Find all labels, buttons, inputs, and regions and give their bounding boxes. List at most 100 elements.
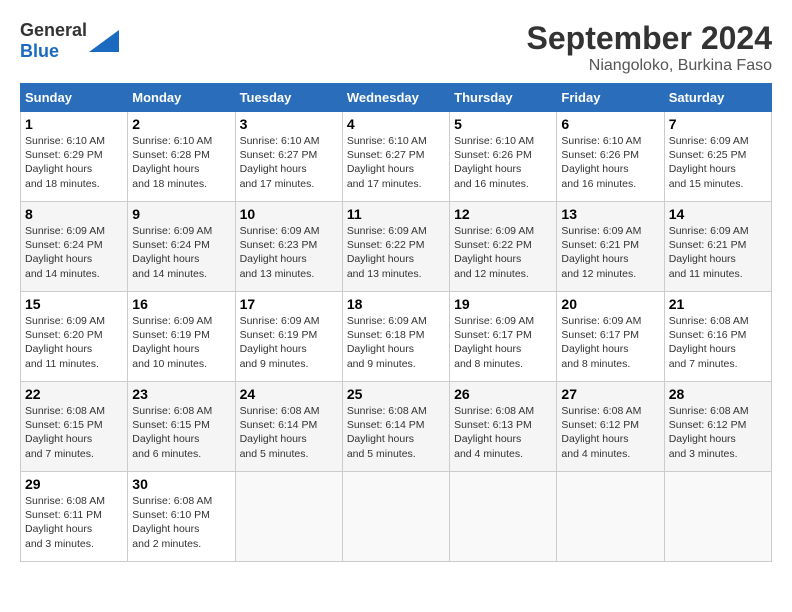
day-info: Sunrise: 6:08 AM Sunset: 6:12 PM Dayligh… [561, 404, 659, 461]
day-number: 4 [347, 116, 445, 132]
empty-cell [342, 472, 449, 562]
day-info: Sunrise: 6:08 AM Sunset: 6:10 PM Dayligh… [132, 494, 230, 551]
col-thursday: Thursday [450, 84, 557, 112]
logo-blue: Blue [20, 41, 59, 61]
day-info: Sunrise: 6:08 AM Sunset: 6:14 PM Dayligh… [347, 404, 445, 461]
day-cell-26: 26 Sunrise: 6:08 AM Sunset: 6:13 PM Dayl… [450, 382, 557, 472]
logo-icon [89, 30, 119, 52]
day-info: Sunrise: 6:09 AM Sunset: 6:20 PM Dayligh… [25, 314, 123, 371]
day-cell-25: 25 Sunrise: 6:08 AM Sunset: 6:14 PM Dayl… [342, 382, 449, 472]
day-number: 11 [347, 206, 445, 222]
day-number: 21 [669, 296, 767, 312]
day-info: Sunrise: 6:08 AM Sunset: 6:15 PM Dayligh… [25, 404, 123, 461]
calendar-week-4: 22 Sunrise: 6:08 AM Sunset: 6:15 PM Dayl… [21, 382, 772, 472]
col-saturday: Saturday [664, 84, 771, 112]
day-info: Sunrise: 6:09 AM Sunset: 6:22 PM Dayligh… [454, 224, 552, 281]
day-cell-14: 14 Sunrise: 6:09 AM Sunset: 6:21 PM Dayl… [664, 202, 771, 292]
logo: General Blue [20, 20, 119, 62]
day-cell-27: 27 Sunrise: 6:08 AM Sunset: 6:12 PM Dayl… [557, 382, 664, 472]
day-cell-1: 1 Sunrise: 6:10 AM Sunset: 6:29 PM Dayli… [21, 112, 128, 202]
day-number: 12 [454, 206, 552, 222]
day-info: Sunrise: 6:08 AM Sunset: 6:13 PM Dayligh… [454, 404, 552, 461]
day-cell-16: 16 Sunrise: 6:09 AM Sunset: 6:19 PM Dayl… [128, 292, 235, 382]
page-header: General Blue September 2024 Niangoloko, … [20, 20, 772, 75]
day-info: Sunrise: 6:09 AM Sunset: 6:21 PM Dayligh… [669, 224, 767, 281]
day-number: 3 [240, 116, 338, 132]
day-number: 7 [669, 116, 767, 132]
day-cell-19: 19 Sunrise: 6:09 AM Sunset: 6:17 PM Dayl… [450, 292, 557, 382]
day-number: 1 [25, 116, 123, 132]
empty-cell [450, 472, 557, 562]
day-info: Sunrise: 6:09 AM Sunset: 6:21 PM Dayligh… [561, 224, 659, 281]
month-title: September 2024 [527, 20, 772, 57]
day-number: 24 [240, 386, 338, 402]
day-info: Sunrise: 6:09 AM Sunset: 6:22 PM Dayligh… [347, 224, 445, 281]
day-info: Sunrise: 6:09 AM Sunset: 6:17 PM Dayligh… [561, 314, 659, 371]
day-cell-20: 20 Sunrise: 6:09 AM Sunset: 6:17 PM Dayl… [557, 292, 664, 382]
col-sunday: Sunday [21, 84, 128, 112]
calendar-week-2: 8 Sunrise: 6:09 AM Sunset: 6:24 PM Dayli… [21, 202, 772, 292]
day-info: Sunrise: 6:09 AM Sunset: 6:23 PM Dayligh… [240, 224, 338, 281]
day-number: 19 [454, 296, 552, 312]
day-info: Sunrise: 6:09 AM Sunset: 6:24 PM Dayligh… [25, 224, 123, 281]
day-cell-22: 22 Sunrise: 6:08 AM Sunset: 6:15 PM Dayl… [21, 382, 128, 472]
day-info: Sunrise: 6:10 AM Sunset: 6:26 PM Dayligh… [561, 134, 659, 191]
day-number: 8 [25, 206, 123, 222]
empty-cell [557, 472, 664, 562]
day-number: 5 [454, 116, 552, 132]
day-number: 2 [132, 116, 230, 132]
day-number: 13 [561, 206, 659, 222]
day-number: 14 [669, 206, 767, 222]
day-cell-8: 8 Sunrise: 6:09 AM Sunset: 6:24 PM Dayli… [21, 202, 128, 292]
day-info: Sunrise: 6:10 AM Sunset: 6:27 PM Dayligh… [240, 134, 338, 191]
day-number: 23 [132, 386, 230, 402]
col-friday: Friday [557, 84, 664, 112]
calendar-week-1: 1 Sunrise: 6:10 AM Sunset: 6:29 PM Dayli… [21, 112, 772, 202]
day-cell-30: 30 Sunrise: 6:08 AM Sunset: 6:10 PM Dayl… [128, 472, 235, 562]
day-cell-21: 21 Sunrise: 6:08 AM Sunset: 6:16 PM Dayl… [664, 292, 771, 382]
day-number: 29 [25, 476, 123, 492]
day-cell-3: 3 Sunrise: 6:10 AM Sunset: 6:27 PM Dayli… [235, 112, 342, 202]
day-number: 18 [347, 296, 445, 312]
day-cell-18: 18 Sunrise: 6:09 AM Sunset: 6:18 PM Dayl… [342, 292, 449, 382]
calendar-week-5: 29 Sunrise: 6:08 AM Sunset: 6:11 PM Dayl… [21, 472, 772, 562]
col-wednesday: Wednesday [342, 84, 449, 112]
day-info: Sunrise: 6:10 AM Sunset: 6:28 PM Dayligh… [132, 134, 230, 191]
day-info: Sunrise: 6:09 AM Sunset: 6:18 PM Dayligh… [347, 314, 445, 371]
day-info: Sunrise: 6:09 AM Sunset: 6:19 PM Dayligh… [132, 314, 230, 371]
day-cell-12: 12 Sunrise: 6:09 AM Sunset: 6:22 PM Dayl… [450, 202, 557, 292]
day-cell-13: 13 Sunrise: 6:09 AM Sunset: 6:21 PM Dayl… [557, 202, 664, 292]
day-number: 15 [25, 296, 123, 312]
day-info: Sunrise: 6:08 AM Sunset: 6:12 PM Dayligh… [669, 404, 767, 461]
day-cell-4: 4 Sunrise: 6:10 AM Sunset: 6:27 PM Dayli… [342, 112, 449, 202]
day-number: 16 [132, 296, 230, 312]
col-tuesday: Tuesday [235, 84, 342, 112]
day-info: Sunrise: 6:10 AM Sunset: 6:26 PM Dayligh… [454, 134, 552, 191]
day-number: 25 [347, 386, 445, 402]
day-number: 20 [561, 296, 659, 312]
day-cell-15: 15 Sunrise: 6:09 AM Sunset: 6:20 PM Dayl… [21, 292, 128, 382]
day-cell-6: 6 Sunrise: 6:10 AM Sunset: 6:26 PM Dayli… [557, 112, 664, 202]
day-cell-2: 2 Sunrise: 6:10 AM Sunset: 6:28 PM Dayli… [128, 112, 235, 202]
day-info: Sunrise: 6:09 AM Sunset: 6:17 PM Dayligh… [454, 314, 552, 371]
day-info: Sunrise: 6:09 AM Sunset: 6:24 PM Dayligh… [132, 224, 230, 281]
day-number: 10 [240, 206, 338, 222]
day-cell-10: 10 Sunrise: 6:09 AM Sunset: 6:23 PM Dayl… [235, 202, 342, 292]
empty-cell [664, 472, 771, 562]
day-number: 6 [561, 116, 659, 132]
calendar-week-3: 15 Sunrise: 6:09 AM Sunset: 6:20 PM Dayl… [21, 292, 772, 382]
day-info: Sunrise: 6:10 AM Sunset: 6:29 PM Dayligh… [25, 134, 123, 191]
day-cell-9: 9 Sunrise: 6:09 AM Sunset: 6:24 PM Dayli… [128, 202, 235, 292]
day-number: 22 [25, 386, 123, 402]
day-cell-29: 29 Sunrise: 6:08 AM Sunset: 6:11 PM Dayl… [21, 472, 128, 562]
col-monday: Monday [128, 84, 235, 112]
day-info: Sunrise: 6:09 AM Sunset: 6:25 PM Dayligh… [669, 134, 767, 191]
day-cell-17: 17 Sunrise: 6:09 AM Sunset: 6:19 PM Dayl… [235, 292, 342, 382]
logo-general: General [20, 20, 87, 40]
day-cell-23: 23 Sunrise: 6:08 AM Sunset: 6:15 PM Dayl… [128, 382, 235, 472]
day-number: 17 [240, 296, 338, 312]
empty-cell [235, 472, 342, 562]
title-area: September 2024 Niangoloko, Burkina Faso [527, 20, 772, 75]
day-info: Sunrise: 6:08 AM Sunset: 6:15 PM Dayligh… [132, 404, 230, 461]
day-info: Sunrise: 6:09 AM Sunset: 6:19 PM Dayligh… [240, 314, 338, 371]
